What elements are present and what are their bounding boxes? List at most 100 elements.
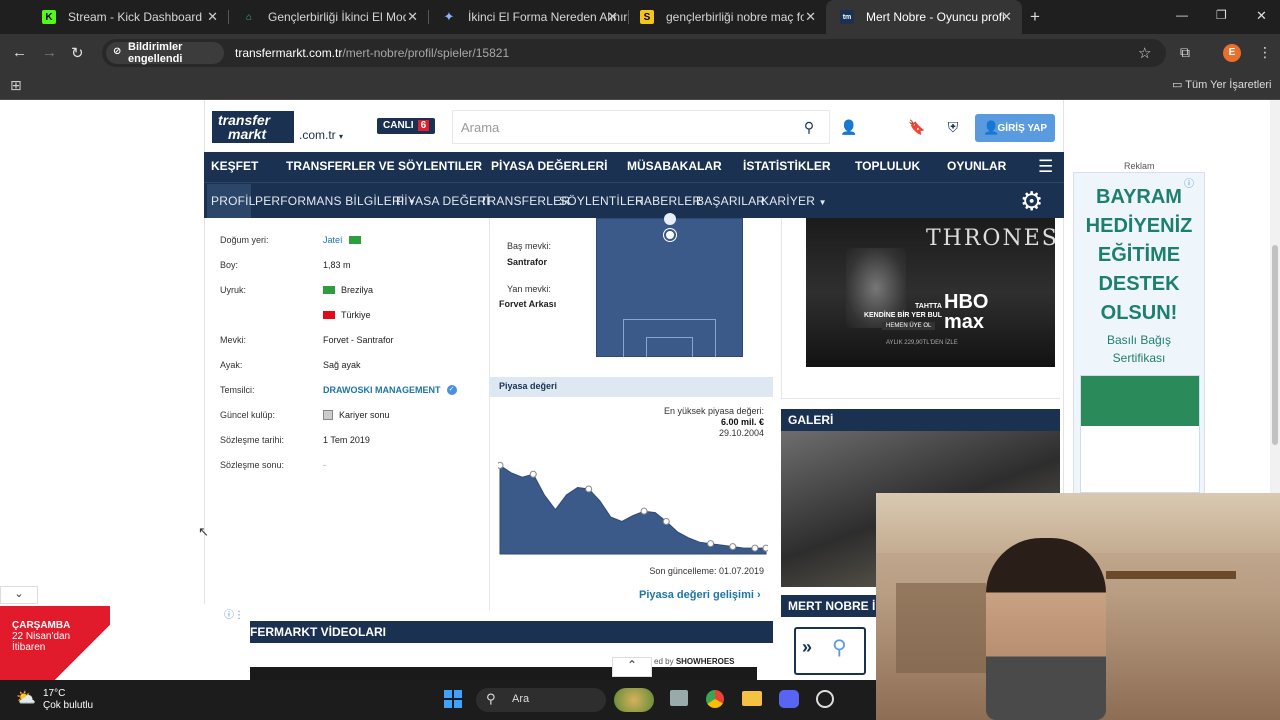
tab-genclerbirligi[interactable]: ⌂ Gençlerbirliği İkinci El Modelleri ✕ bbox=[228, 0, 428, 34]
hamburger-icon[interactable]: ☰ bbox=[1038, 157, 1053, 177]
nav-statistics[interactable]: İSTATİSTİKLER bbox=[743, 159, 831, 173]
back-icon[interactable]: ← bbox=[12, 44, 27, 61]
nav-games[interactable]: OYUNLAR bbox=[947, 159, 1006, 173]
nav-community[interactable]: TOPLULUK bbox=[855, 159, 920, 173]
chart-club-point[interactable] bbox=[640, 507, 648, 515]
turkey-flag-icon bbox=[323, 311, 335, 319]
chart-club-point[interactable] bbox=[707, 540, 715, 548]
subnav-performance[interactable]: PERFORMANS BİLGİLERİ ▼ bbox=[255, 194, 416, 208]
hbo-ad[interactable]: THRONES TAHTTA KENDİNE BİR YER BUL HEMEN … bbox=[806, 218, 1057, 367]
chevron-up-icon[interactable]: ⌃ bbox=[612, 657, 652, 677]
value-agent: DRAWOSKI MANAGEMENT ✓ bbox=[323, 385, 457, 395]
forward-icon[interactable]: → bbox=[42, 44, 57, 61]
apps-icon[interactable]: ⊞ bbox=[10, 77, 22, 94]
chart-area bbox=[499, 464, 767, 555]
live-badge[interactable]: CANLI 6 bbox=[377, 118, 436, 134]
bottom-ad[interactable]: ÇARŞAMBA 22 Nisan'dan İtibaren ⓘ⋮ bbox=[0, 604, 250, 680]
all-bookmarks[interactable]: ▭ Tüm Yer İşaretleri bbox=[1172, 78, 1271, 91]
window-close-icon[interactable]: ✕ bbox=[1256, 8, 1267, 24]
nav-market-values[interactable]: PİYASA DEĞERLERİ bbox=[491, 159, 607, 173]
magnifier-icon: ⚲ bbox=[832, 637, 847, 659]
nav-kesfet[interactable]: KEŞFET bbox=[211, 159, 258, 173]
tm-icon: tm bbox=[840, 10, 854, 24]
domain-selector[interactable]: .com.tr ▾ bbox=[299, 128, 343, 142]
subnav-market-value[interactable]: PİYASA DEĞERİ bbox=[396, 194, 490, 208]
reload-icon[interactable]: ↻ bbox=[71, 44, 84, 62]
app-icon[interactable] bbox=[816, 690, 834, 708]
showheroes-brand: SHOWHEROES bbox=[675, 657, 735, 666]
chart-club-point[interactable] bbox=[662, 518, 670, 526]
adchoices-icon[interactable]: ⓘ⋮ bbox=[224, 606, 244, 621]
folder-icon[interactable] bbox=[742, 691, 762, 706]
highest-label: En yüksek piyasa değeri: bbox=[663, 406, 764, 416]
video-player[interactable] bbox=[250, 667, 757, 680]
close-icon[interactable]: ✕ bbox=[1001, 9, 1012, 25]
task-view-icon[interactable] bbox=[670, 690, 688, 706]
weather-icon[interactable]: ⛅ bbox=[16, 688, 36, 708]
subnav-rumours[interactable]: SÖYLENTİLER bbox=[559, 194, 644, 208]
tab-forma[interactable]: ✦ İkinci El Forma Nereden Alınır? ✕ bbox=[428, 0, 628, 34]
minimize-icon[interactable]: — bbox=[1176, 8, 1188, 22]
discord-icon[interactable] bbox=[779, 690, 799, 708]
search-icon[interactable]: ⚲ bbox=[796, 114, 822, 140]
side-pos-label: Yan mevki: bbox=[507, 284, 551, 294]
chart-club-point[interactable] bbox=[498, 461, 504, 469]
close-icon[interactable]: ✕ bbox=[805, 9, 816, 25]
agent-link[interactable]: DRAWOSKI MANAGEMENT bbox=[323, 385, 441, 395]
close-icon[interactable]: ✕ bbox=[607, 9, 618, 25]
adchoices-icon[interactable]: ⓘ bbox=[1184, 175, 1194, 190]
hbo-cta[interactable]: HEMEN ÜYE OL bbox=[882, 322, 936, 330]
user-icon: 👤 bbox=[983, 120, 1000, 135]
nav-competitions[interactable]: MÜSABAKALAR bbox=[627, 159, 722, 173]
gear-icon[interactable]: ⚙ bbox=[1020, 186, 1043, 217]
new-tab-icon[interactable]: + bbox=[1030, 7, 1040, 27]
kick-icon: K bbox=[42, 10, 56, 24]
value-contract-end: - bbox=[323, 460, 326, 470]
extensions-icon[interactable]: ⧉ bbox=[1180, 44, 1190, 61]
market-value-link-label: Piyasa değeri gelişimi bbox=[639, 589, 754, 601]
chevron-down-icon[interactable]: ⌄ bbox=[0, 586, 38, 604]
tab-mert-nobre[interactable]: tm Mert Nobre - Oyuncu profili | Tr ✕ bbox=[826, 0, 1022, 34]
search-input[interactable]: Arama bbox=[452, 110, 830, 144]
value-nationality: Brezilya bbox=[323, 285, 373, 295]
chart-club-point[interactable] bbox=[762, 544, 768, 552]
chart-club-point[interactable] bbox=[729, 543, 737, 551]
bookmark-icon[interactable]: 🔖 bbox=[904, 114, 930, 140]
maximize-icon[interactable]: ❐ bbox=[1216, 8, 1227, 22]
menu-icon[interactable]: ⋮ bbox=[1258, 44, 1272, 61]
chart-club-point[interactable] bbox=[751, 544, 759, 552]
value-height: 1,83 m bbox=[323, 260, 351, 270]
search-video-thumb[interactable]: » ⚲ bbox=[794, 627, 866, 675]
market-value-link[interactable]: Piyasa değeri gelişimi › bbox=[639, 589, 761, 601]
close-icon[interactable]: ✕ bbox=[207, 9, 218, 25]
tab-nobre-search[interactable]: S gençlerbirliği nobre maç forması ✕ bbox=[626, 0, 826, 34]
close-icon[interactable]: ✕ bbox=[407, 9, 418, 25]
label-current-club: Güncel kulüp: bbox=[220, 410, 276, 420]
url-text[interactable]: transfermarkt.com.tr/mert-nobre/profil/s… bbox=[235, 46, 509, 60]
notifications-blocked-chip[interactable]: ⊘ Bildirimler engellendi bbox=[106, 41, 224, 65]
windows-start-icon[interactable] bbox=[444, 690, 462, 708]
transfermarkt-logo[interactable]: transfer markt bbox=[212, 111, 294, 143]
scroll-thumb[interactable] bbox=[1272, 245, 1278, 445]
tab-kick[interactable]: K Stream - Kick Dashboard ✕ bbox=[28, 0, 228, 34]
chart-club-point[interactable] bbox=[529, 470, 537, 478]
subnav-achievements[interactable]: BAŞARILAR bbox=[696, 194, 765, 208]
avatar[interactable]: E bbox=[1223, 44, 1241, 62]
subnav-career[interactable]: KARİYER ▼ bbox=[761, 194, 827, 208]
birthplace-link[interactable]: Jateí bbox=[323, 235, 343, 245]
login-button[interactable]: 👤 GİRİŞ YAP bbox=[975, 114, 1055, 142]
subnav-news[interactable]: HABERLER bbox=[635, 194, 701, 208]
widget-food-icon[interactable] bbox=[614, 688, 654, 712]
subnav-profile[interactable]: PROFİL bbox=[211, 194, 256, 208]
highest-value-block: En yüksek piyasa değeri: 6.00 mil. € 29.… bbox=[610, 406, 764, 439]
shield-icon[interactable]: ⛨ bbox=[940, 114, 966, 140]
bayram-ad[interactable]: BAYRAM HEDİYENİZ EĞİTİME DESTEK OLSUN! B… bbox=[1073, 172, 1205, 494]
player-search-icon[interactable]: 👤 bbox=[836, 114, 862, 140]
bookmarks-label: Tüm Yer İşaretleri bbox=[1185, 79, 1272, 91]
star-icon[interactable]: ☆ bbox=[1138, 44, 1151, 62]
chrome-icon[interactable] bbox=[706, 690, 724, 708]
chart-club-point[interactable] bbox=[585, 485, 593, 493]
subnav-transfers[interactable]: TRANSFERLER bbox=[480, 194, 570, 208]
weather-widget[interactable]: 17°C Çok bulutlu bbox=[43, 688, 93, 712]
nav-transfers[interactable]: TRANSFERLER VE SÖYLENTILER bbox=[286, 159, 482, 173]
